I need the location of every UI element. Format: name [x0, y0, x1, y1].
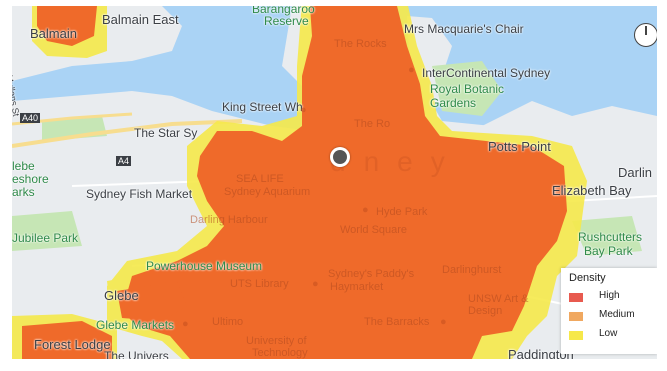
poi-pin-icon: ● — [362, 204, 369, 216]
label-the-barracks: The Barracks — [364, 316, 430, 328]
legend-label-medium: Medium — [599, 309, 635, 320]
label-unsw-2: Design — [468, 305, 503, 317]
poi-pin-icon: ● — [440, 316, 447, 328]
label-barangaroo-2: Reserve — [264, 14, 309, 28]
label-glebe-markets: Glebe Markets — [96, 318, 175, 332]
legend-swatch-low — [569, 331, 583, 340]
label-sydney-aquarium: Sydney Aquarium — [224, 186, 311, 198]
label-forest-lodge: Forest Lodge — [34, 337, 111, 352]
location-marker[interactable] — [330, 147, 350, 167]
legend-swatch-high — [569, 293, 583, 302]
label-ultimo: Ultimo — [212, 316, 244, 328]
label-rushcutters-2: Bay Park — [584, 244, 633, 258]
label-a4: A4 — [116, 156, 132, 166]
label-glebe-foreshore-1: lebe — [12, 159, 35, 173]
label-powerhouse: Powerhouse Museum — [146, 259, 263, 273]
label-elizabeth-bay: Elizabeth Bay — [552, 183, 632, 198]
label-glebe: Glebe — [104, 288, 139, 303]
label-unsw-1: UNSW Art & — [468, 293, 529, 305]
legend-title: Density — [569, 272, 606, 284]
legend-label-low: Low — [599, 328, 618, 339]
label-the-univ: The Univers — [104, 349, 169, 359]
label-the-rocks: The Rocks — [334, 38, 387, 50]
label-darling-harbour: Darling Harbour — [190, 214, 268, 226]
label-sea-life: SEA LIFE — [236, 173, 284, 185]
poi-pin-icon: ● — [408, 64, 415, 76]
compass-icon[interactable] — [634, 23, 657, 47]
label-jubilee-park: Jubilee Park — [12, 231, 79, 245]
label-hyde-park: Hyde Park — [376, 206, 428, 218]
label-a40: A40 — [20, 113, 41, 123]
poi-pin-icon: ● — [300, 104, 307, 116]
label-balmain: Balmain — [30, 26, 77, 41]
label-university-1: University of — [246, 335, 307, 347]
label-glebe-foreshore-3: arks — [12, 185, 35, 199]
label-the-star: The Star Sy — [134, 126, 198, 140]
label-king-street-wharf: King Street Wh — [222, 100, 303, 114]
label-the-ro: The Ro — [354, 118, 391, 130]
label-darlin: Darlin — [618, 165, 652, 180]
label-uts-library: UTS Library — [230, 278, 289, 290]
label-potts-point: Potts Point — [488, 139, 551, 154]
label-university-2: Technology — [252, 347, 308, 359]
label-sydney-fish-market: Sydney Fish Market — [86, 187, 193, 201]
label-mrs-macquaries-chair: Mrs Macquarie's Chair — [404, 22, 524, 36]
label-sydney-big: dney — [330, 146, 463, 177]
label-intercontinental: InterContinental Sydney — [422, 66, 551, 80]
legend-label-high: High — [599, 290, 620, 301]
label-glebe-foreshore-2: eshore — [12, 172, 49, 186]
label-balmain-east: Balmain East — [102, 12, 179, 27]
density-legend: Density High Medium Low — [561, 268, 657, 354]
legend-swatch-medium — [569, 312, 583, 321]
label-sydneys-paddys: Sydney's Paddy's — [328, 268, 415, 280]
map-viewport[interactable]: Balmain East Balmain Mullens St Barangar… — [12, 6, 657, 359]
label-world-square: World Square — [340, 224, 408, 236]
label-rushcutters-1: Rushcutters — [578, 230, 643, 244]
label-darlinghurst: Darlinghurst — [442, 264, 502, 276]
poi-pin-icon: ● — [312, 278, 319, 290]
label-haymarket: Haymarket — [330, 281, 384, 293]
poi-pin-icon: ● — [182, 318, 189, 330]
label-royal-botanic-2: Gardens — [430, 96, 477, 110]
label-royal-botanic-1: Royal Botanic — [430, 82, 505, 96]
